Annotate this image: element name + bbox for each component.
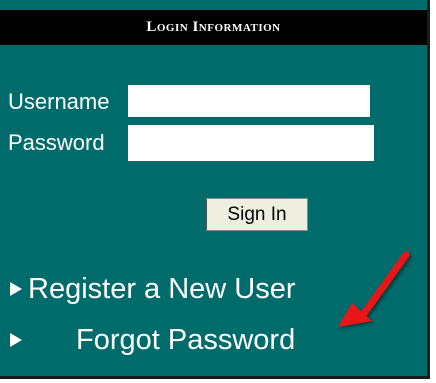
panel-title-bar: Login Information (0, 10, 427, 45)
triangle-right-icon (10, 282, 22, 296)
panel-title: Login Information (146, 19, 281, 35)
register-link[interactable]: Register a New User (10, 272, 296, 306)
login-panel: Login Information Username Password Sign… (0, 0, 430, 379)
username-label: Username (8, 89, 110, 114)
red-arrow-icon (338, 251, 410, 327)
password-label: Password (8, 130, 105, 155)
triangle-right-icon (10, 333, 22, 347)
forgot-password-link[interactable]: Forgot Password (10, 323, 295, 357)
forgot-password-link-label: Forgot Password (76, 324, 296, 356)
username-field[interactable] (128, 85, 370, 117)
sign-in-button[interactable]: Sign In (205, 198, 308, 231)
register-link-label: Register a New User (28, 273, 296, 305)
password-field[interactable] (128, 125, 374, 161)
